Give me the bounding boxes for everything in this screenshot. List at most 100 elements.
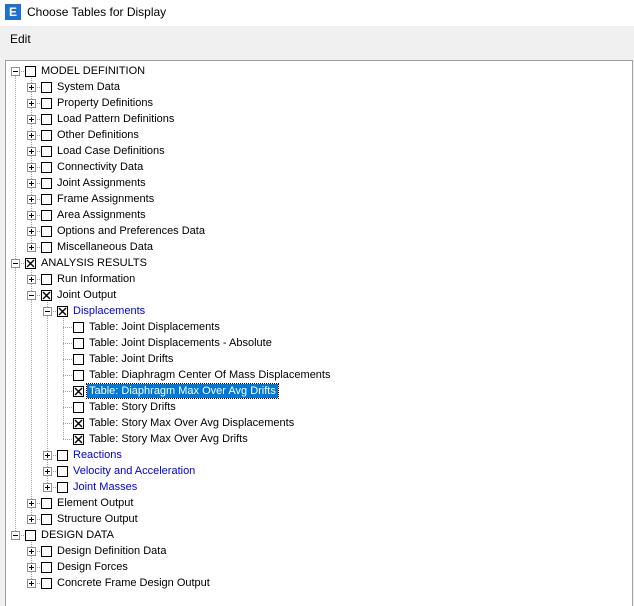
checkbox-displacements[interactable] xyxy=(57,306,68,317)
tree-item-velocity-and-acceleration[interactable]: Velocity and Acceleration xyxy=(73,464,195,478)
menu-bar: Edit xyxy=(0,28,634,50)
collapse-icon[interactable] xyxy=(43,307,52,316)
checkbox-load-case-definitions[interactable] xyxy=(41,146,52,157)
checkbox-table-story-drifts[interactable] xyxy=(73,402,84,413)
expand-icon[interactable] xyxy=(27,243,36,252)
tree-item-table-joint-drifts[interactable]: Table: Joint Drifts xyxy=(89,352,173,366)
tree-item-system-data[interactable]: System Data xyxy=(57,80,120,94)
tree-item-table-story-drifts[interactable]: Table: Story Drifts xyxy=(89,400,176,414)
checkbox-miscellaneous-data[interactable] xyxy=(41,242,52,253)
checkbox-velocity-and-acceleration[interactable] xyxy=(57,466,68,477)
expand-icon[interactable] xyxy=(27,99,36,108)
expand-icon[interactable] xyxy=(27,515,36,524)
tree-line xyxy=(63,359,64,375)
tree-item-analysis-results[interactable]: ANALYSIS RESULTS xyxy=(41,256,147,270)
expand-icon[interactable] xyxy=(27,499,36,508)
tree-item-joint-assignments[interactable]: Joint Assignments xyxy=(57,176,146,190)
tree-item-joint-masses[interactable]: Joint Masses xyxy=(73,480,137,494)
tree-line xyxy=(15,263,16,535)
checkbox-table-joint-displacements[interactable] xyxy=(73,322,84,333)
tree-item-table-joint-displacements[interactable]: Table: Joint Displacements xyxy=(89,320,220,334)
tree-item-joint-output[interactable]: Joint Output xyxy=(57,288,116,302)
expand-icon[interactable] xyxy=(27,179,36,188)
tree-item-reactions[interactable]: Reactions xyxy=(73,448,122,462)
checkbox-area-assignments[interactable] xyxy=(41,210,52,221)
expand-icon[interactable] xyxy=(27,147,36,156)
checkbox-table-story-max-over-avg-drifts[interactable] xyxy=(73,434,84,445)
checkbox-analysis-results[interactable] xyxy=(25,258,36,269)
expand-icon[interactable] xyxy=(27,227,36,236)
tree-item-design-forces[interactable]: Design Forces xyxy=(57,560,128,574)
tree-item-other-definitions[interactable]: Other Definitions xyxy=(57,128,139,142)
tree-item-design-definition-data[interactable]: Design Definition Data xyxy=(57,544,166,558)
expand-icon[interactable] xyxy=(43,467,52,476)
tree-item-connectivity-data[interactable]: Connectivity Data xyxy=(57,160,143,174)
checkbox-design-data[interactable] xyxy=(25,530,36,541)
checkbox-table-diaphragm-center-of-mass-displacements[interactable] xyxy=(73,370,84,381)
tree-item-miscellaneous-data[interactable]: Miscellaneous Data xyxy=(57,240,153,254)
checkbox-options-and-preferences-data[interactable] xyxy=(41,226,52,237)
expand-icon[interactable] xyxy=(43,451,52,460)
tree-item-design-data[interactable]: DESIGN DATA xyxy=(41,528,114,542)
checkbox-design-definition-data[interactable] xyxy=(41,546,52,557)
tree-item-load-case-definitions[interactable]: Load Case Definitions xyxy=(57,144,165,158)
expand-icon[interactable] xyxy=(27,163,36,172)
tree-line xyxy=(63,407,64,423)
expand-icon[interactable] xyxy=(43,483,52,492)
checkbox-table-joint-displacements-absolute[interactable] xyxy=(73,338,84,349)
expand-icon[interactable] xyxy=(27,547,36,556)
checkbox-design-forces[interactable] xyxy=(41,562,52,573)
checkbox-model-definition[interactable] xyxy=(25,66,36,77)
tree-item-run-information[interactable]: Run Information xyxy=(57,272,135,286)
expand-icon[interactable] xyxy=(27,195,36,204)
tree-item-load-pattern-definitions[interactable]: Load Pattern Definitions xyxy=(57,112,174,126)
checkbox-joint-output[interactable] xyxy=(41,290,52,301)
checkbox-other-definitions[interactable] xyxy=(41,130,52,141)
tree-item-structure-output[interactable]: Structure Output xyxy=(57,512,138,526)
expand-icon[interactable] xyxy=(27,115,36,124)
checkbox-run-information[interactable] xyxy=(41,274,52,285)
tree-item-displacements[interactable]: Displacements xyxy=(73,304,145,318)
checkbox-connectivity-data[interactable] xyxy=(41,162,52,173)
checkbox-property-definitions[interactable] xyxy=(41,98,52,109)
checkbox-structure-output[interactable] xyxy=(41,514,52,525)
tree-item-table-diaphragm-center-of-mass-displacements[interactable]: Table: Diaphragm Center Of Mass Displace… xyxy=(89,368,330,382)
checkbox-joint-assignments[interactable] xyxy=(41,178,52,189)
expand-icon[interactable] xyxy=(27,579,36,588)
menu-edit[interactable]: Edit xyxy=(10,32,31,46)
collapse-icon[interactable] xyxy=(11,531,20,540)
tree-item-concrete-frame-design-output[interactable]: Concrete Frame Design Output xyxy=(57,576,210,590)
tree-line xyxy=(63,343,64,359)
tree-line xyxy=(63,375,64,391)
collapse-icon[interactable] xyxy=(27,291,36,300)
checkbox-table-diaphragm-max-over-avg-drifts[interactable] xyxy=(73,386,84,397)
tables-tree[interactable]: MODEL DEFINITION System Data Property Defi… xyxy=(5,60,633,606)
tree-item-table-story-max-over-avg-displacements[interactable]: Table: Story Max Over Avg Displacements xyxy=(89,416,294,430)
tree-line xyxy=(63,423,64,439)
expand-icon[interactable] xyxy=(27,275,36,284)
checkbox-table-joint-drifts[interactable] xyxy=(73,354,84,365)
tree-item-options-and-preferences-data[interactable]: Options and Preferences Data xyxy=(57,224,205,238)
tree-item-model-definition[interactable]: MODEL DEFINITION xyxy=(41,64,145,78)
tree-item-property-definitions[interactable]: Property Definitions xyxy=(57,96,153,110)
expand-icon[interactable] xyxy=(27,83,36,92)
tree-item-table-joint-displacements-absolute[interactable]: Table: Joint Displacements - Absolute xyxy=(89,336,272,350)
checkbox-table-story-max-over-avg-displacements[interactable] xyxy=(73,418,84,429)
checkbox-system-data[interactable] xyxy=(41,82,52,93)
tree-item-area-assignments[interactable]: Area Assignments xyxy=(57,208,146,222)
tree-item-table-story-max-over-avg-drifts[interactable]: Table: Story Max Over Avg Drifts xyxy=(89,432,248,446)
expand-icon[interactable] xyxy=(27,563,36,572)
checkbox-frame-assignments[interactable] xyxy=(41,194,52,205)
tree-item-frame-assignments[interactable]: Frame Assignments xyxy=(57,192,154,206)
checkbox-concrete-frame-design-output[interactable] xyxy=(41,578,52,589)
collapse-icon[interactable] xyxy=(11,259,20,268)
tree-item-table-diaphragm-max-over-avg-drifts[interactable]: Table: Diaphragm Max Over Avg Drifts xyxy=(86,383,279,399)
tree-item-element-output[interactable]: Element Output xyxy=(57,496,133,510)
expand-icon[interactable] xyxy=(27,131,36,140)
checkbox-load-pattern-definitions[interactable] xyxy=(41,114,52,125)
collapse-icon[interactable] xyxy=(11,67,20,76)
checkbox-element-output[interactable] xyxy=(41,498,52,509)
checkbox-joint-masses[interactable] xyxy=(57,482,68,493)
checkbox-reactions[interactable] xyxy=(57,450,68,461)
expand-icon[interactable] xyxy=(27,211,36,220)
